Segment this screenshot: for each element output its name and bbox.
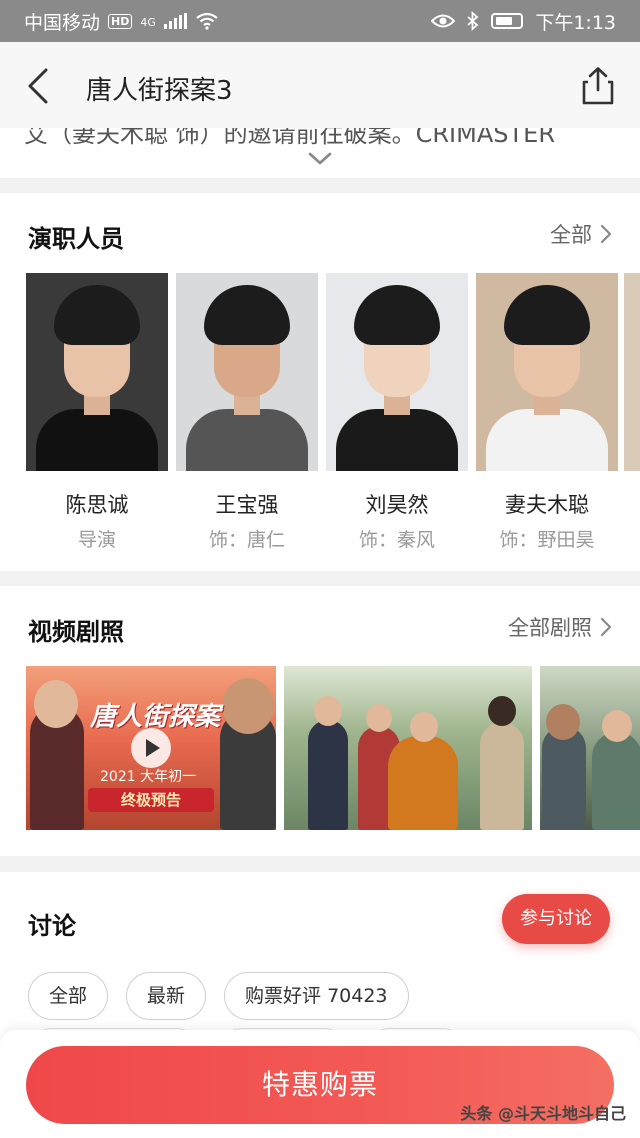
eye-comfort-icon: [431, 14, 456, 28]
cast-photo: [476, 273, 618, 471]
chevron-right-icon: [600, 224, 612, 244]
cast-role: 饰：野田昊: [499, 529, 595, 551]
join-discussion-button[interactable]: 参与讨论: [502, 894, 610, 944]
cast-card-partial: [624, 273, 640, 471]
stills-view-all-label: 全部剧照: [508, 616, 592, 640]
chevron-right-icon: [600, 617, 612, 637]
clock-label: 下午1:13: [535, 11, 616, 34]
expand-chevron-down-icon[interactable]: [306, 150, 334, 168]
hd-icon: HD: [108, 13, 133, 29]
cast-card-chen-sicheng[interactable]: 陈思诚 导演: [26, 273, 168, 552]
cast-name: 王宝强: [215, 493, 279, 517]
battery-icon: [491, 13, 524, 29]
stills-list: 唐人街探案 2021 大年初一 终极预告: [26, 666, 640, 830]
poster-badge: 终极预告: [88, 788, 214, 812]
cast-role: 导演: [77, 529, 116, 551]
cast-section-title: 演职人员: [28, 225, 124, 253]
cast-section: 演职人员 全部 陈思诚 导演 王宝强 饰：唐仁 刘昊然 饰：秦风 妻夫木聪 饰：…: [0, 193, 640, 571]
screen: 中国移动 HD 4G 下午1:13 唐人街探案3 艾（妻夫木聪 饰）的邀请前往破…: [0, 0, 640, 1138]
signal-icon: [163, 13, 187, 29]
tag-all[interactable]: 全部: [28, 972, 109, 1020]
back-arrow-icon[interactable]: [22, 66, 62, 106]
cast-card-satoshi-tsumabuki[interactable]: 妻夫木聪 饰：野田昊: [476, 273, 618, 552]
tag-latest[interactable]: 最新: [126, 972, 207, 1020]
status-bar: 中国移动 HD 4G 下午1:13: [0, 0, 640, 42]
stills-section-title: 视频剧照: [28, 618, 124, 646]
stills-view-all-link[interactable]: 全部剧照: [508, 612, 612, 642]
tag-ticket-reviews[interactable]: 购票好评 70423: [224, 972, 409, 1020]
still-photo[interactable]: [540, 666, 640, 830]
cast-name: 陈思诚: [65, 493, 129, 517]
cast-view-all-label: 全部: [550, 223, 592, 247]
trailer-thumbnail[interactable]: 唐人街探案 2021 大年初一 终极预告: [26, 666, 276, 830]
cast-card-wang-baoqiang[interactable]: 王宝强 饰：唐仁: [176, 273, 318, 552]
cast-name: 刘昊然: [365, 493, 429, 517]
cast-list: 陈思诚 导演 王宝强 饰：唐仁 刘昊然 饰：秦风 妻夫木聪 饰：野田昊: [26, 273, 618, 552]
cast-view-all-link[interactable]: 全部: [550, 219, 612, 249]
synopsis-text: 艾（妻夫木聪 饰）的邀请前往破案。CRIMASTER: [24, 128, 555, 148]
cast-photo: [326, 273, 468, 471]
cast-role: 饰：秦风: [358, 529, 435, 551]
cast-photo: [26, 273, 168, 471]
carrier-label: 中国移动: [24, 11, 101, 34]
watermark: 头条 @斗天斗地斗自己: [460, 1104, 626, 1123]
discussion-filter-tags: 全部 最新 购票好评 70423: [28, 972, 409, 1020]
wifi-icon: [196, 12, 218, 30]
still-photo[interactable]: [284, 666, 532, 830]
discussion-title: 讨论: [28, 912, 76, 940]
network-label: 4G: [140, 15, 156, 29]
cast-name: 妻夫木聪: [505, 493, 589, 517]
poster-date: 2021 大年初一: [100, 769, 197, 785]
stills-section: 视频剧照 全部剧照 唐人街探案 2021 大年初一 终极预告: [0, 586, 640, 856]
page-title: 唐人街探案3: [86, 76, 233, 106]
top-nav-bar: 唐人街探案3: [0, 42, 640, 128]
cast-photo: [176, 273, 318, 471]
synopsis-section: 艾（妻夫木聪 饰）的邀请前往破案。CRIMASTER: [0, 128, 640, 178]
cast-role: 饰：唐仁: [208, 529, 285, 551]
bluetooth-icon: [467, 11, 479, 31]
bottom-action-bar: 特惠购票 头条 @斗天斗地斗自己: [0, 1030, 640, 1138]
share-icon[interactable]: [580, 66, 616, 106]
play-icon[interactable]: [131, 728, 171, 768]
cast-card-liu-haoran[interactable]: 刘昊然 饰：秦风: [326, 273, 468, 552]
